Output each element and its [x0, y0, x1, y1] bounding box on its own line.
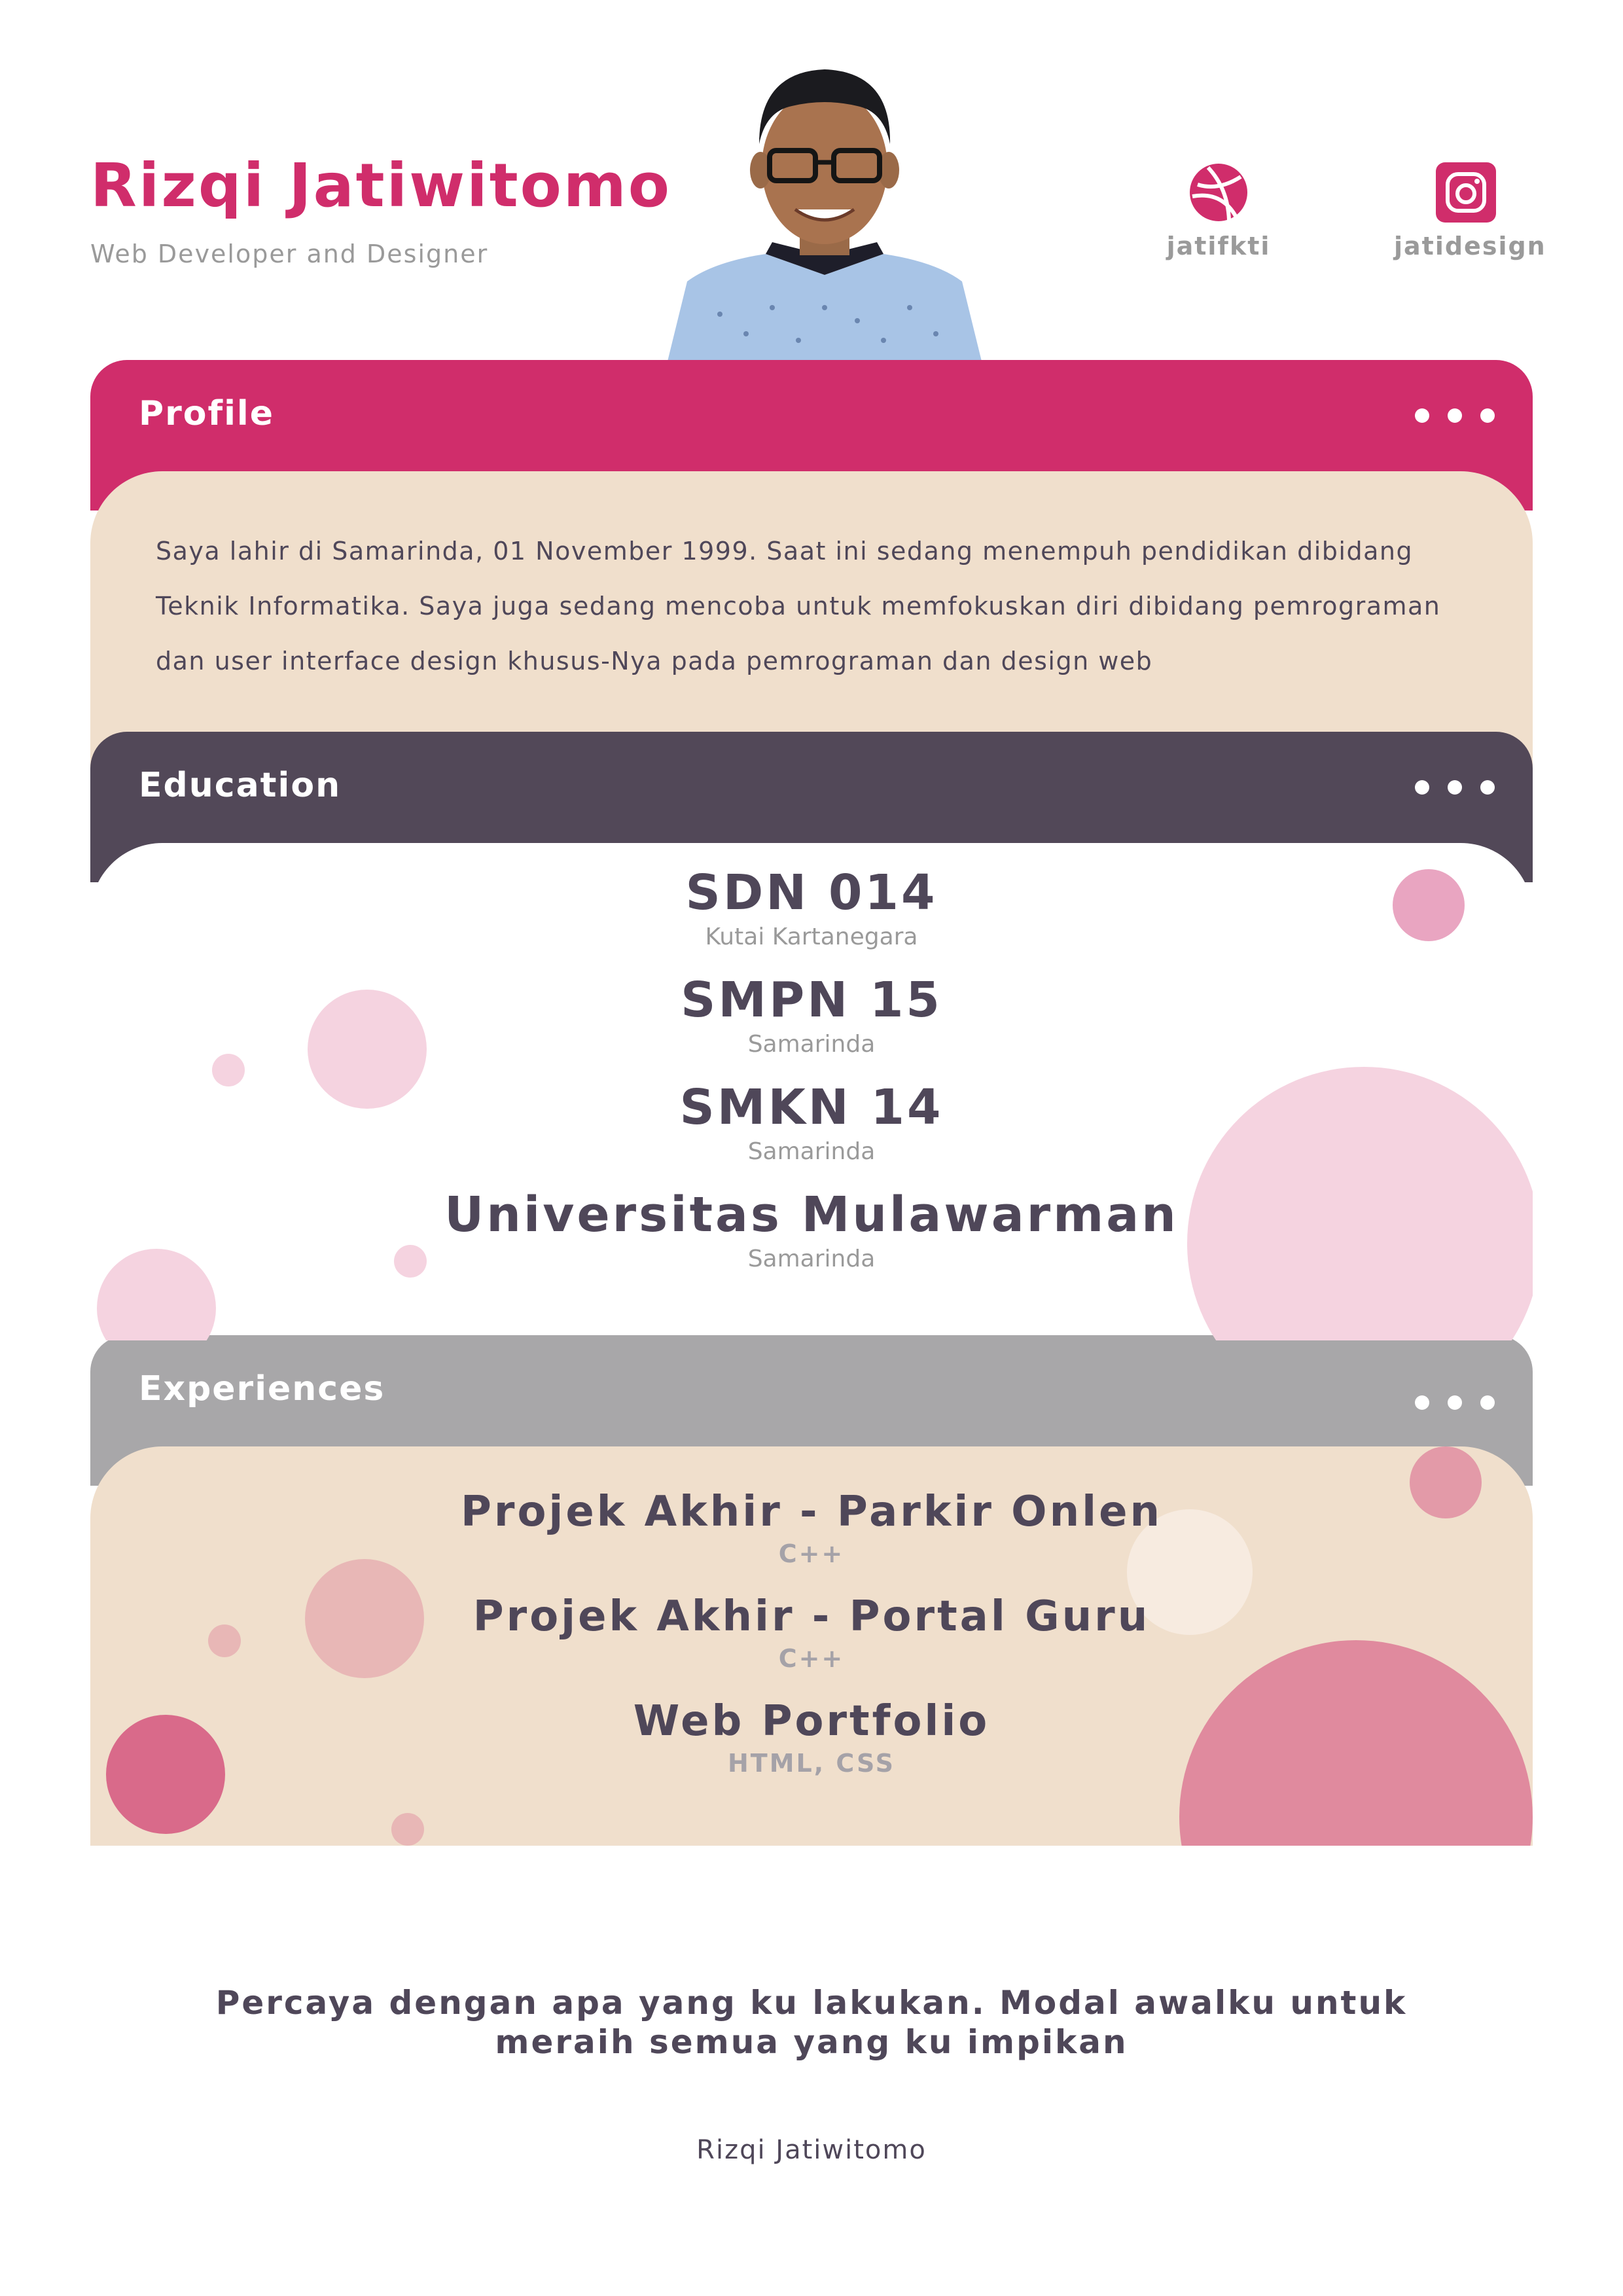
quote-line: meraih semua yang ku impikan [495, 2023, 1128, 2061]
list-item: Universitas Mulawarman Samarinda [90, 1185, 1533, 1274]
school-name: SMPN 15 [681, 972, 942, 1028]
project-name: Projek Akhir - Parkir Onlen [460, 1488, 1163, 1536]
project-tech: C++ [778, 1644, 845, 1673]
profile-description: Saya lahir di Samarinda, 01 November 199… [156, 537, 1441, 675]
school-location: Kutai Kartanegara [705, 924, 918, 950]
education-list: SDN 014 Kutai Kartanegara SMPN 15 Samari… [90, 863, 1533, 1292]
project-tech: HTML, CSS [727, 1749, 896, 1778]
experiences-title: Experiences [139, 1369, 385, 1408]
more-dots-icon[interactable] [1397, 1395, 1495, 1412]
profile-section-body: Saya lahir di Samarinda, 01 November 199… [90, 471, 1533, 772]
more-dots-icon[interactable] [1397, 408, 1495, 425]
dribbble-icon [1188, 162, 1249, 223]
list-item: SMKN 14 Samarinda [90, 1077, 1533, 1166]
list-item: Web Portfolio HTML, CSS [90, 1695, 1533, 1779]
experiences-section-body: Projek Akhir - Parkir Onlen C++ Projek A… [90, 1446, 1533, 1846]
instagram-icon [1436, 162, 1496, 223]
instagram-link[interactable]: jatidesign [1394, 162, 1546, 260]
school-name: SDN 014 [685, 865, 938, 921]
person-name: Rizqi Jatiwitomo [90, 151, 671, 221]
profile-title: Profile [139, 394, 275, 433]
signature: Rizqi Jatiwitomo [696, 2135, 927, 2165]
education-section-body: SDN 014 Kutai Kartanegara SMPN 15 Samari… [90, 843, 1533, 1340]
instagram-handle: jatidesign [1394, 232, 1546, 260]
list-item: SMPN 15 Samarinda [90, 970, 1533, 1059]
decorative-circle [391, 1813, 424, 1846]
quote: Percaya dengan apa yang ku lakukan. Moda… [0, 1983, 1623, 2062]
school-location: Samarinda [747, 1246, 876, 1272]
dribbble-handle: jatifkti [1166, 232, 1271, 260]
project-name: Projek Akhir - Portal Guru [473, 1592, 1150, 1641]
school-location: Samarinda [747, 1031, 876, 1058]
list-item: SDN 014 Kutai Kartanegara [90, 863, 1533, 952]
project-tech: C++ [778, 1539, 845, 1568]
school-name: Universitas Mulawarman [444, 1187, 1179, 1243]
school-location: Samarinda [747, 1138, 876, 1165]
project-name: Web Portfolio [633, 1697, 990, 1746]
list-item: Projek Akhir - Portal Guru C++ [90, 1590, 1533, 1674]
dribbble-link[interactable]: jatifkti [1147, 162, 1291, 260]
education-title: Education [139, 766, 342, 805]
quote-line: Percaya dengan apa yang ku lakukan. Moda… [215, 1984, 1408, 2022]
more-dots-icon[interactable] [1397, 780, 1495, 797]
school-name: SMKN 14 [679, 1079, 944, 1136]
experiences-list: Projek Akhir - Parkir Onlen C++ Projek A… [90, 1486, 1533, 1800]
list-item: Projek Akhir - Parkir Onlen C++ [90, 1486, 1533, 1570]
job-title: Web Developer and Designer [90, 240, 489, 268]
portrait-photo [661, 46, 988, 361]
